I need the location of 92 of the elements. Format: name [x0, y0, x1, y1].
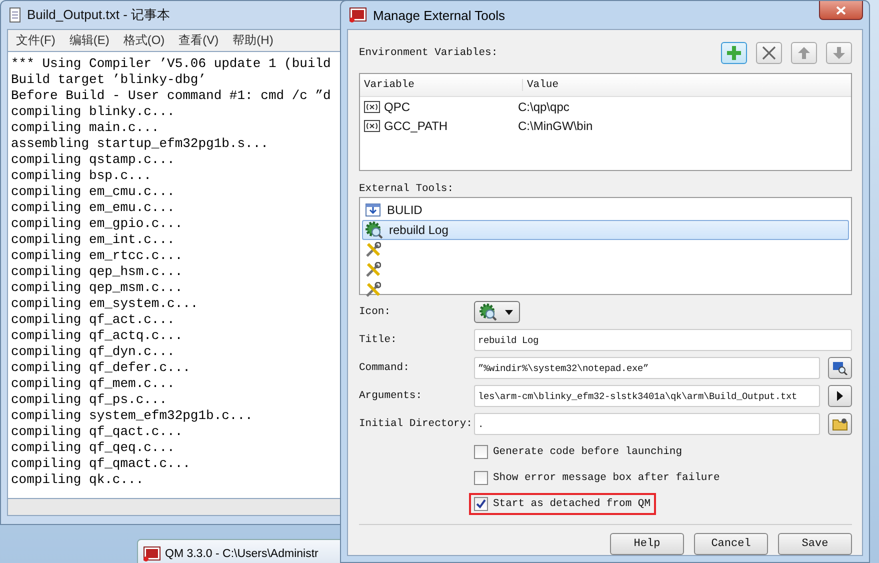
tools-icon: [365, 262, 381, 278]
menu-item[interactable]: 帮助(H): [232, 32, 274, 49]
input-field[interactable]: .: [474, 413, 820, 435]
text-line: compiling em_rtcc.c...: [11, 248, 183, 264]
field-label: Icon:: [359, 306, 392, 318]
column-header[interactable]: Variable: [360, 79, 523, 91]
text-line: compiling qf_qmact.c...: [11, 456, 190, 472]
checkbox-label[interactable]: Show error message box after failure: [493, 472, 720, 484]
app-icon: [143, 546, 161, 562]
table-cell: GCC_PATH: [384, 118, 448, 132]
app-icon: [349, 7, 367, 23]
section-label: External Tools:: [359, 183, 455, 197]
menu-item[interactable]: 格式(O): [123, 32, 165, 49]
dialog-title: Manage External Tools: [373, 8, 506, 22]
text-line: compiling em_emu.c...: [11, 200, 175, 216]
checkbox[interactable]: [474, 497, 488, 511]
text-line: compiling main.c...: [11, 120, 160, 136]
close-button[interactable]: [819, 1, 863, 20]
variable-icon: [364, 100, 380, 112]
column-header[interactable]: Value: [523, 79, 559, 91]
text-line: compiling qf_actq.c...: [11, 328, 183, 344]
variable-icon: [364, 120, 380, 132]
text-line: compiling bsp.c...: [11, 168, 152, 184]
down-arrow-icon: [832, 46, 846, 60]
text-line: Build target ’blinky-dbg’: [11, 72, 206, 88]
checkbox[interactable]: [474, 445, 488, 459]
dialog-button[interactable]: Help: [610, 533, 684, 555]
table-cell: QPC: [384, 100, 410, 114]
checkbox-label[interactable]: Generate code before launching: [493, 446, 682, 458]
input-field[interactable]: ”%windir%\system32\notepad.exe”: [474, 357, 820, 379]
move-down-button[interactable]: [826, 42, 852, 64]
section-label: Environment Variables:: [359, 47, 498, 59]
checkbox-label[interactable]: Start as detached from QM: [493, 498, 651, 510]
build-icon: [365, 202, 381, 218]
dialog-button[interactable]: Save: [778, 533, 852, 555]
folder-icon: [832, 417, 848, 431]
taskbar-label: QM 3.3.0 - C:\Users\Administr: [165, 548, 318, 560]
text-line: compiling qf_mem.c...: [11, 376, 175, 392]
text-line: compiling qf_qeq.c...: [11, 440, 175, 456]
notepad-icon: [9, 7, 21, 23]
text-line: Before Build - User command #1: cmd /c ”d: [11, 88, 331, 104]
text-line: compiling qf_dyn.c...: [11, 344, 175, 360]
gear-icon: [479, 303, 497, 321]
checkbox[interactable]: [474, 471, 488, 485]
menu-item[interactable]: 文件(F): [16, 32, 56, 49]
gear-icon: [365, 221, 383, 239]
field-label: Command:: [359, 362, 410, 374]
folder-button[interactable]: [828, 413, 852, 435]
move-up-button[interactable]: [791, 42, 817, 64]
close-icon: [762, 46, 776, 60]
text-line: compiling blinky.c...: [11, 104, 175, 120]
table-cell: C:\MinGW\bin: [518, 118, 593, 132]
text-line: compiling em_int.c...: [11, 232, 175, 248]
icon-dropdown[interactable]: [474, 301, 520, 323]
menu-item[interactable]: 编辑(E): [69, 32, 110, 49]
menu-item[interactable]: 查看(V): [178, 32, 219, 49]
close-icon: [836, 6, 846, 14]
text-line: compiling em_cmu.c...: [11, 184, 175, 200]
text-line: compiling qf_ps.c...: [11, 392, 168, 408]
table-cell: C:\qp\qpc: [518, 100, 570, 114]
list-item[interactable]: BULID: [362, 200, 849, 220]
input-field[interactable]: rebuild Log: [474, 329, 852, 351]
text-line: compiling qk.c...: [11, 472, 144, 488]
text-line: compiling qf_qact.c...: [11, 424, 183, 440]
field-label: Arguments:: [359, 390, 424, 402]
caret-icon: [505, 310, 513, 314]
text-line: compiling system_efm32pg1b.c...: [11, 408, 253, 424]
delete-button[interactable]: [756, 42, 782, 64]
text-line: compiling qep_hsm.c...: [11, 264, 183, 280]
text-line: compiling qstamp.c...: [11, 152, 175, 168]
up-arrow-icon: [797, 46, 811, 60]
text-line: assembling startup_efm32pg1b.s...: [11, 136, 268, 152]
text-line: *** Using Compiler ’V5.06 update 1 (build: [11, 56, 331, 72]
text-line: compiling em_system.c...: [11, 296, 198, 312]
text-line: compiling qep_msm.c...: [11, 280, 183, 296]
browse-button[interactable]: [828, 357, 852, 379]
tools-icon: [365, 242, 381, 258]
tools-icon: [365, 282, 381, 298]
insert-button[interactable]: [828, 385, 852, 407]
search-icon: [832, 361, 848, 375]
text-line: compiling em_gpio.c...: [11, 216, 183, 232]
play-icon: [836, 391, 844, 401]
text-line: compiling qf_defer.c...: [11, 360, 190, 376]
plus-icon: [726, 45, 742, 61]
field-label: Initial Directory:: [359, 418, 474, 430]
dialog-button[interactable]: Cancel: [694, 533, 768, 555]
field-label: Title:: [359, 334, 398, 346]
text-line: compiling qf_act.c...: [11, 312, 175, 328]
add-button[interactable]: [721, 42, 747, 64]
input-field[interactable]: les\arm-cm\blinky_efm32-slstk3401a\qk\arm\Build_Output.txt: [474, 385, 820, 407]
window-title: Build_Output.txt - 记事本: [27, 6, 170, 24]
list-item[interactable]: rebuild Log: [362, 220, 849, 240]
